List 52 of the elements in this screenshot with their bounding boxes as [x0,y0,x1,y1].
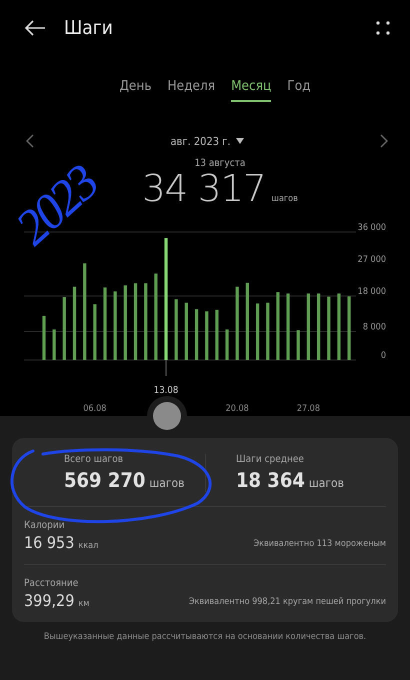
axis-tick-label: 27.08 [296,404,320,414]
month-picker[interactable]: авг. 2023 г. [170,134,244,148]
metric-value: 16 953 [24,533,74,552]
bar[interactable] [337,294,341,360]
stat-value: 569 270 [64,468,146,492]
bar[interactable] [225,329,229,360]
equivalent-note: Эквивалентно 113 мороженым [253,539,386,551]
axis-tick-label: 27 000 [358,255,386,265]
bar[interactable] [286,294,290,360]
bar[interactable] [103,287,107,360]
metric-label: Калории [24,520,66,531]
daily-steps-value: 34 317 [142,167,266,210]
period-tab[interactable]: Неделя [168,74,216,102]
stat-unit: шагов [308,476,344,490]
more-options-icon[interactable] [376,21,390,35]
footnote: Вышеуказанные данные рассчитываются на основании количества шагов. [44,632,366,642]
axis-tick-label: 06.08 [83,404,106,414]
axis-tick-label: 8 000 [362,322,386,333]
handwritten-year: 2023 [6,156,106,254]
back-arrow-icon[interactable] [24,20,46,36]
stat-unit: шагов [149,476,185,490]
axis-tick-label: 20.08 [226,404,249,414]
period-tab[interactable]: День [119,74,152,102]
selected-date: 13 августа [194,158,246,169]
previous-icon[interactable] [26,134,34,148]
marker-line [166,360,167,376]
metric-unit: ккал [78,541,98,551]
steps-unit: шагов [272,194,298,204]
axis-tick-label: 18 000 [358,287,386,297]
metric-unit: км [78,599,90,609]
bar[interactable] [256,303,260,360]
bar[interactable] [42,316,46,360]
drag-handle[interactable] [153,402,181,430]
dropdown-icon [236,138,244,144]
period-tab[interactable]: Год [287,74,311,102]
page-title: Шаги [64,17,114,39]
period-tab[interactable]: Месяц [231,74,272,102]
stat-value: 18 364 [236,468,305,492]
selected-date-label: 13.08 [154,385,178,396]
bar[interactable] [306,294,310,360]
axis-tick-label: 0 [380,351,386,361]
stat-label: Всего шагов [64,454,124,465]
stat-label: Шаги среднее [236,454,305,465]
bar[interactable] [134,283,138,360]
equivalent-note: Эквивалентно 998,21 кругам пешей прогулки [188,597,386,609]
axis-tick-label: 36 000 [358,223,386,233]
metric-label: Расстояние [24,578,80,589]
bar[interactable] [194,309,198,360]
bar[interactable] [72,286,76,360]
metric-value: 399,29 [24,591,74,610]
next-icon[interactable] [380,134,388,148]
bar[interactable] [164,238,168,360]
